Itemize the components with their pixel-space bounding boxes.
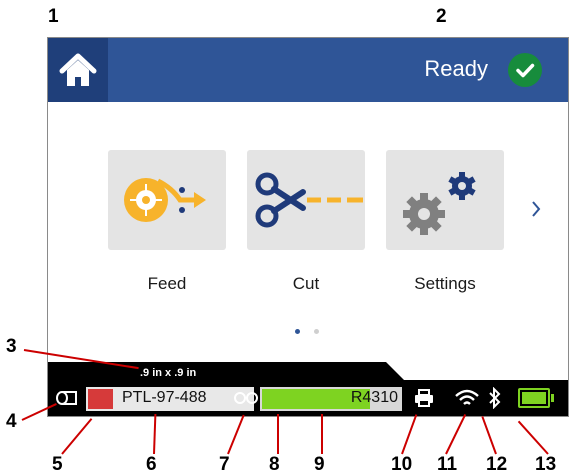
page-indicator-inactive [314,329,319,334]
printer-screen: Ready Feed Cut Settings .9 in x .9 in PT… [47,37,569,417]
callout-11: 11 [437,454,458,475]
battery-icon [518,388,550,408]
ribbon-part-number: R4310 [350,389,398,406]
callout-1: 1 [48,6,59,27]
callout-3: 3 [6,336,17,357]
callout-6: 6 [146,454,157,475]
ribbon-icon[interactable] [234,390,258,406]
status-bar: PTL-97-488 R4310 [48,380,568,416]
bluetooth-icon[interactable] [488,387,502,409]
callout-9: 9 [314,454,325,475]
home-button[interactable] [48,38,108,102]
feed-icon [124,178,206,222]
battery-level-bar [522,392,546,404]
callout-line-12 [481,416,497,455]
label-part-number: PTL-97-488 [122,389,207,406]
callout-8: 8 [269,454,280,475]
callout-5: 5 [52,454,63,475]
label-size-text: .9 in x .9 in [140,367,197,379]
callout-line-9 [321,414,323,454]
home-icon [59,53,97,86]
cut-button[interactable] [247,150,365,250]
label-size-tab [48,362,406,382]
callout-line-10 [401,414,418,455]
chevron-right-icon[interactable] [530,200,542,218]
feed-label: Feed [147,274,187,293]
label-roll-icon[interactable] [56,390,78,406]
ready-status-badge [508,53,542,87]
battery-tip [551,394,554,402]
callout-7: 7 [219,454,230,475]
header-bar: Ready [48,38,568,102]
printer-icon[interactable] [414,389,434,407]
feed-button[interactable] [108,150,226,250]
check-icon [516,63,535,78]
callout-line-11 [445,414,467,455]
callout-line-7 [227,414,245,455]
callout-4: 4 [6,411,17,432]
scissors-icon [255,172,363,228]
callout-2: 2 [436,6,447,27]
gears-icon [403,172,476,235]
settings-button[interactable] [386,150,504,250]
ribbon-info[interactable]: R4310 [260,387,402,411]
callout-line-8 [277,414,279,454]
label-info[interactable]: PTL-97-488 [86,387,254,411]
page-indicator-active [295,329,300,334]
callout-line-13 [517,420,549,455]
wifi-icon[interactable] [454,388,480,408]
callout-line-6 [153,413,157,455]
label-color-swatch [88,389,113,409]
printer-status: Ready [424,56,488,81]
cut-label: Cut [292,274,320,293]
callout-line-5 [61,418,93,455]
settings-label: Settings [414,274,476,293]
callout-13: 13 [535,454,557,475]
callout-10: 10 [391,454,413,475]
callout-12: 12 [486,454,508,475]
